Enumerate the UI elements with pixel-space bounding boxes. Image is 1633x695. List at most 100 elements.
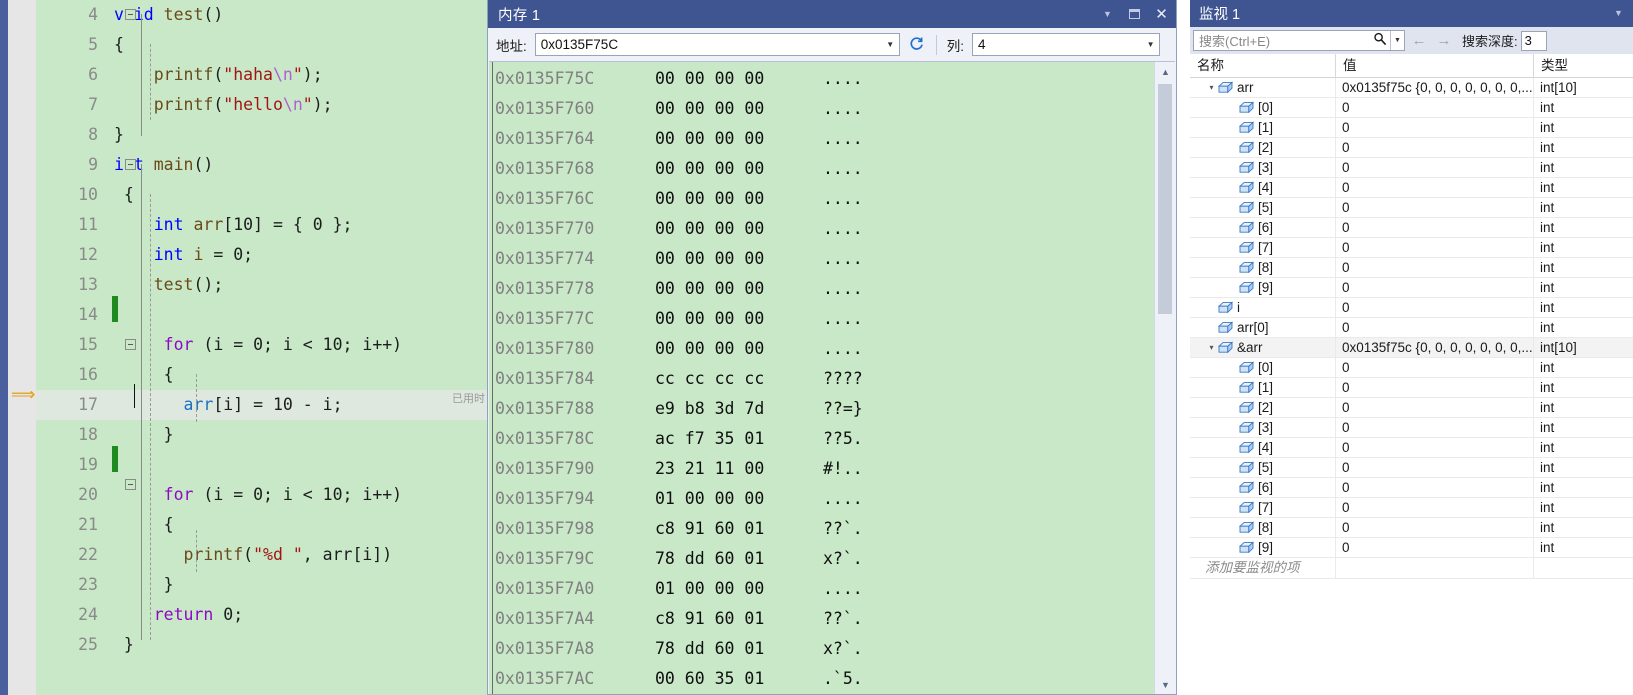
memory-hex-bytes[interactable]: 23 21 11 00 [641, 454, 805, 484]
memory-row[interactable]: 0x0135F798 c8 91 60 01 ??`. [495, 514, 1153, 544]
memory-hex-bytes[interactable]: 01 00 00 00 [641, 574, 805, 604]
code-line[interactable]: 10 { [36, 180, 490, 210]
watch-row-name-cell[interactable]: [2] [1190, 138, 1336, 157]
fold-toggle-for2[interactable] [125, 479, 136, 490]
column-header-type[interactable]: 类型 [1534, 54, 1633, 77]
watch-row-name-cell[interactable]: [0] [1190, 98, 1336, 117]
watch-variable-value[interactable]: 0 [1336, 218, 1534, 237]
watch-row-name-cell[interactable]: i [1190, 298, 1336, 317]
watch-row[interactable]: [7] 0 int [1190, 498, 1633, 518]
watch-row[interactable]: [6] 0 int [1190, 218, 1633, 238]
watch-row-name-cell[interactable]: [8] [1190, 258, 1336, 277]
code-line[interactable]: 9 int main() [36, 150, 490, 180]
watch-row-name-cell[interactable]: [0] [1190, 358, 1336, 377]
watch-variable-value[interactable]: 0 [1336, 178, 1534, 197]
watch-row-name-cell[interactable]: [9] [1190, 278, 1336, 297]
code-line[interactable]: 5{ [36, 30, 490, 60]
memory-hex-bytes[interactable]: cc cc cc cc [641, 364, 805, 394]
memory-hex-bytes[interactable]: 00 00 00 00 [641, 304, 805, 334]
watch-row[interactable]: [5] 0 int [1190, 198, 1633, 218]
watch-row[interactable]: [2] 0 int [1190, 398, 1633, 418]
watch-variable-value[interactable]: 0 [1336, 438, 1534, 457]
watch-variable-value[interactable]: 0 [1336, 98, 1534, 117]
fold-toggle-main[interactable] [125, 159, 136, 170]
watch-row-name-cell[interactable]: [3] [1190, 158, 1336, 177]
watch-row-name-cell[interactable]: [4] [1190, 178, 1336, 197]
watch-row-name-cell[interactable]: [7] [1190, 238, 1336, 257]
memory-hex-bytes[interactable]: 00 00 00 00 [641, 274, 805, 304]
watch-variable-value[interactable]: 0 [1336, 198, 1534, 217]
memory-hex-bytes[interactable]: 00 00 00 00 [641, 124, 805, 154]
watch-variable-value[interactable]: 0 [1336, 418, 1534, 437]
editor-text-area[interactable]: 4void test()5{6 printf("haha\n");7 print… [36, 0, 490, 695]
memory-hex-bytes[interactable]: 00 00 00 00 [641, 214, 805, 244]
code-line[interactable]: 4 void test() [36, 0, 490, 30]
watch-row[interactable]: [1] 0 int [1190, 118, 1633, 138]
watch-row[interactable]: [8] 0 int [1190, 258, 1633, 278]
fold-toggle-for1[interactable] [125, 339, 136, 350]
code-line[interactable]: 7 printf("hello\n"); [36, 90, 490, 120]
watch-row-name-cell[interactable]: ▾ &arr [1190, 338, 1336, 357]
watch-variable-value[interactable]: 0 [1336, 158, 1534, 177]
watch-row-name-cell[interactable]: [6] [1190, 218, 1336, 237]
watch-variable-value[interactable]: 0x0135f75c {0, 0, 0, 0, 0, 0, 0,... [1336, 338, 1534, 357]
scroll-down-icon[interactable]: ▼ [1155, 675, 1175, 694]
code-line[interactable]: 16 { [36, 360, 490, 390]
memory-hex-bytes[interactable]: 01 00 00 00 [641, 484, 805, 514]
memory-row[interactable]: 0x0135F770 00 00 00 00.... [495, 214, 1153, 244]
memory-row[interactable]: 0x0135F784 cc cc cc cc???? [495, 364, 1153, 394]
watch-variable-value[interactable]: 0 [1336, 498, 1534, 517]
memory-dump-area[interactable]: 0x0135F75C 00 00 00 00.... 0x0135F760 00 00… [489, 61, 1175, 694]
memory-hex-bytes[interactable]: 00 00 00 00 [641, 94, 805, 124]
chevron-down-icon[interactable]: ▼ [1142, 40, 1159, 49]
code-line[interactable]: 15 for (i = 0; i < 10; i++) [36, 330, 490, 360]
watch-row[interactable]: [3] 0 int [1190, 418, 1633, 438]
watch-row[interactable]: [9] 0 int [1190, 538, 1633, 558]
memory-hex-bytes[interactable]: 00 60 35 01 [641, 664, 805, 694]
watch-row-name-cell[interactable]: [2] [1190, 398, 1336, 417]
close-icon[interactable]: ✕ [1153, 6, 1170, 23]
memory-row[interactable]: 0x0135F760 00 00 00 00.... [495, 94, 1153, 124]
memory-hex-bytes[interactable]: c8 91 60 01 [641, 604, 805, 634]
memory-row[interactable]: 0x0135F778 00 00 00 00.... [495, 274, 1153, 304]
watch-row[interactable]: [3] 0 int [1190, 158, 1633, 178]
watch-row[interactable]: ▾ &arr 0x0135f75c {0, 0, 0, 0, 0, 0, 0,...… [1190, 338, 1633, 358]
watch-variable-value[interactable]: 0 [1336, 258, 1534, 277]
watch-row[interactable]: [4] 0 int [1190, 438, 1633, 458]
watch-row-name-cell[interactable]: [5] [1190, 458, 1336, 477]
arrow-left-icon[interactable]: ← [1408, 32, 1430, 49]
watch-toolbar[interactable]: 搜索(Ctrl+E) ▼ ← → 搜索深度: 3 [1190, 27, 1633, 54]
refresh-icon[interactable] [904, 32, 930, 57]
memory-hex-bytes[interactable]: 00 00 00 00 [641, 184, 805, 214]
watch-row-name-cell[interactable]: arr[0] [1190, 318, 1336, 337]
watch-row-name-cell[interactable]: [8] [1190, 518, 1336, 537]
code-line[interactable]: 20 for (i = 0; i < 10; i++) [36, 480, 490, 510]
watch-row[interactable]: [8] 0 int [1190, 518, 1633, 538]
watch-variable-value[interactable]: 0 [1336, 298, 1534, 317]
code-line[interactable]: 8} [36, 120, 490, 150]
watch-variable-value[interactable]: 0x0135f75c {0, 0, 0, 0, 0, 0, 0,... [1336, 78, 1534, 97]
editor-indicator-margin[interactable] [8, 0, 36, 695]
code-line[interactable]: 19 [36, 450, 490, 480]
maximize-icon[interactable] [1126, 6, 1143, 23]
watch-row[interactable]: [2] 0 int [1190, 138, 1633, 158]
source-code-editor[interactable]: ⟹ 4void test()5{6 printf("haha\n");7 pri… [0, 0, 490, 695]
watch-variable-value[interactable]: 0 [1336, 478, 1534, 497]
code-line[interactable]: 17 arr[i] = 10 - i; [36, 390, 490, 420]
code-line[interactable]: 6 printf("haha\n"); [36, 60, 490, 90]
chevron-down-icon[interactable]: ▼ [882, 40, 899, 49]
watch-row-name-cell[interactable]: [3] [1190, 418, 1336, 437]
watch-variable-value[interactable]: 0 [1336, 138, 1534, 157]
code-line[interactable]: 24 return 0; [36, 600, 490, 630]
memory-row[interactable]: 0x0135F79C 78 dd 60 01 x?`. [495, 544, 1153, 574]
watch-variable-value[interactable]: 0 [1336, 538, 1534, 557]
chevron-down-icon[interactable]: ▼ [1610, 5, 1627, 22]
code-line[interactable]: 18 } [36, 420, 490, 450]
watch-variable-value[interactable]: 0 [1336, 458, 1534, 477]
watch-variable-value[interactable]: 0 [1336, 278, 1534, 297]
watch-row-name-cell[interactable]: [9] [1190, 538, 1336, 557]
watch-row-name-cell[interactable]: [1] [1190, 118, 1336, 137]
memory-row[interactable]: 0x0135F780 00 00 00 00.... [495, 334, 1153, 364]
watch-row-name-cell[interactable]: ▾ arr [1190, 78, 1336, 97]
memory-window-titlebar[interactable]: 内存 1 ▼ ✕ [488, 0, 1176, 28]
